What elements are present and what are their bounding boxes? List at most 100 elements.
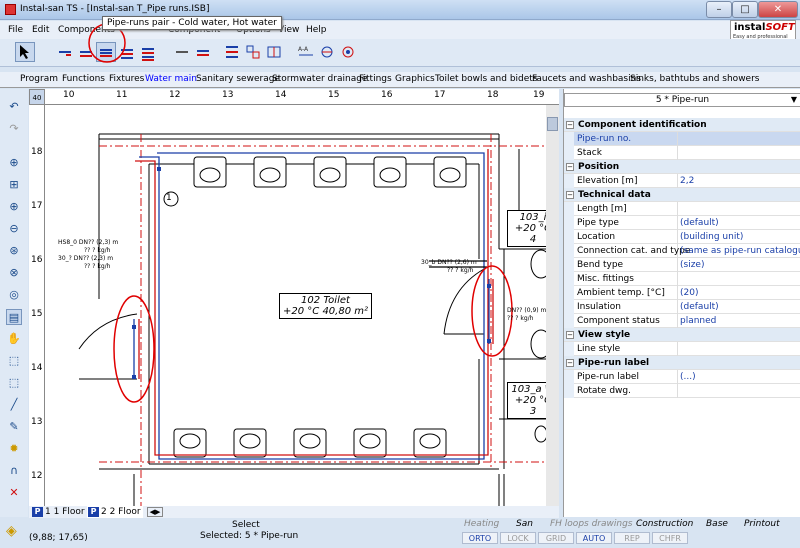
- tab-stormwater-drainage[interactable]: Stormwater drainage: [270, 74, 369, 84]
- collapse-icon[interactable]: −: [566, 359, 574, 367]
- property-row[interactable]: Elevation [m] 2,2: [564, 174, 800, 188]
- drawing-canvas[interactable]: 1 102 Toilet +20 °C 40,80 m² 103_i +20 °…: [29, 89, 559, 517]
- orto-toggle[interactable]: ORTO: [462, 532, 498, 544]
- mode-base[interactable]: Base: [706, 519, 728, 529]
- select-crossing-icon[interactable]: ⬚: [6, 375, 22, 391]
- delete-icon[interactable]: ✕: [6, 485, 22, 501]
- zoom-out-icon[interactable]: ⊖: [6, 221, 22, 237]
- magnet-icon[interactable]: ∩: [6, 463, 22, 479]
- property-value[interactable]: (same as pipe-run catalogue): [680, 246, 800, 256]
- zoom-window-icon[interactable]: ⊞: [6, 177, 22, 193]
- select-arrow-button[interactable]: [15, 42, 35, 62]
- draw-line-icon[interactable]: ╱: [6, 397, 22, 413]
- tab-program[interactable]: Program: [18, 74, 60, 84]
- zoom-previous-icon[interactable]: ⊗: [6, 265, 22, 281]
- mode-printout[interactable]: Printout: [744, 519, 780, 529]
- connect-button[interactable]: [243, 42, 263, 62]
- zoom-all-icon[interactable]: ◎: [6, 287, 22, 303]
- split-button[interactable]: [264, 42, 284, 62]
- floor-tab-2[interactable]: P2 2 Floor: [87, 506, 143, 518]
- mode-construction[interactable]: Construction: [636, 519, 693, 529]
- undo-icon[interactable]: ↶: [6, 99, 22, 115]
- tab-fittings[interactable]: Fittings: [357, 74, 394, 84]
- property-row[interactable]: Bend type (size): [564, 258, 800, 272]
- collapse-icon[interactable]: −: [566, 121, 574, 129]
- auto-toggle[interactable]: AUTO: [576, 532, 612, 544]
- explode-icon[interactable]: ✹: [6, 441, 22, 457]
- fitting-list-button[interactable]: [222, 42, 242, 62]
- pipe-runs-quad-button[interactable]: [138, 42, 158, 62]
- close-button[interactable]: ✕: [758, 1, 798, 18]
- tab-graphics[interactable]: Graphics: [393, 74, 437, 84]
- property-row[interactable]: Location (building unit): [564, 230, 800, 244]
- property-row[interactable]: Rotate dwg.: [564, 384, 800, 398]
- riser-button[interactable]: [172, 42, 192, 62]
- mirror-button[interactable]: A-A: [296, 42, 316, 62]
- floor-tab-1[interactable]: P1 1 Floor: [31, 506, 85, 518]
- property-value[interactable]: (default): [680, 302, 719, 312]
- property-row[interactable]: Pipe type (default): [564, 216, 800, 230]
- property-value[interactable]: (20): [680, 288, 698, 298]
- menu-file[interactable]: File: [8, 25, 23, 35]
- pan-hand-icon[interactable]: ✋: [6, 331, 22, 347]
- select-window-icon[interactable]: ⬚: [6, 353, 22, 369]
- rep-toggle[interactable]: REP: [614, 532, 650, 544]
- properties-selector[interactable]: 5 * Pipe-run ▼: [564, 93, 800, 107]
- collapse-icon[interactable]: −: [566, 163, 574, 171]
- property-row[interactable]: Pipe-run no.: [564, 132, 800, 146]
- tab-sinks[interactable]: Sinks, bathtubs and showers: [628, 74, 761, 84]
- collapse-icon[interactable]: −: [566, 331, 574, 339]
- zoom-in-icon[interactable]: ⊕: [6, 155, 22, 171]
- property-row[interactable]: Ambient temp. [°C] (20): [564, 286, 800, 300]
- property-row[interactable]: Stack: [564, 146, 800, 160]
- property-category[interactable]: − Position: [564, 160, 800, 174]
- properties-panel-icon[interactable]: ▤: [6, 309, 22, 325]
- property-row[interactable]: Component status planned: [564, 314, 800, 328]
- minimize-button[interactable]: –: [706, 1, 732, 18]
- property-value[interactable]: (building unit): [680, 232, 743, 242]
- property-row[interactable]: Length [m]: [564, 202, 800, 216]
- property-category[interactable]: − Technical data: [564, 188, 800, 202]
- mode-heating[interactable]: Heating: [464, 519, 499, 529]
- property-value[interactable]: (...): [680, 372, 696, 382]
- symbol-button[interactable]: [338, 42, 358, 62]
- property-category[interactable]: − Component identification: [564, 118, 800, 132]
- scroll-thumb[interactable]: [547, 117, 558, 131]
- property-value[interactable]: (size): [680, 260, 704, 270]
- room-label-102[interactable]: 102 Toilet +20 °C 40,80 m²: [279, 293, 372, 319]
- tab-sanitary-sewerage[interactable]: Sanitary sewerage: [194, 74, 282, 84]
- redo-icon[interactable]: ↷: [6, 121, 22, 137]
- riser-pair-button[interactable]: [193, 42, 213, 62]
- property-row[interactable]: Line style: [564, 342, 800, 356]
- floor-nav-icon[interactable]: ◀▶: [147, 507, 163, 517]
- menu-edit[interactable]: Edit: [32, 25, 49, 35]
- property-category[interactable]: − Pipe-run label: [564, 356, 800, 370]
- property-row[interactable]: Pipe-run label (...): [564, 370, 800, 384]
- pencil-icon[interactable]: ✎: [6, 419, 22, 435]
- grid-toggle[interactable]: GRID: [538, 532, 574, 544]
- property-row[interactable]: Insulation (default): [564, 300, 800, 314]
- vertical-scrollbar[interactable]: [546, 105, 559, 511]
- tab-functions[interactable]: Functions: [60, 74, 107, 84]
- zoom-plus-icon[interactable]: ⊕: [6, 199, 22, 215]
- property-value[interactable]: planned: [680, 316, 716, 326]
- lock-toggle[interactable]: LOCK: [500, 532, 536, 544]
- mode-san[interactable]: San: [516, 519, 533, 529]
- property-row[interactable]: Misc. fittings: [564, 272, 800, 286]
- rotate-button[interactable]: [317, 42, 337, 62]
- property-row[interactable]: Connection cat. and type (same as pipe-ru…: [564, 244, 800, 258]
- tab-water-main[interactable]: Water main: [143, 74, 199, 84]
- tab-fixtures[interactable]: Fixtures: [107, 74, 146, 84]
- pipe-run-cold-button[interactable]: [55, 42, 75, 62]
- tab-toilet-bowls[interactable]: Toilet bowls and bidets: [433, 74, 540, 84]
- collapse-icon[interactable]: −: [566, 191, 574, 199]
- property-value[interactable]: (default): [680, 218, 719, 228]
- chevron-down-icon[interactable]: ▼: [788, 94, 800, 106]
- property-category[interactable]: − View style: [564, 328, 800, 342]
- chfr-toggle[interactable]: CHFR: [652, 532, 688, 544]
- property-value[interactable]: 2,2: [680, 176, 694, 186]
- mode-fh-loops[interactable]: FH loops drawings: [550, 519, 632, 529]
- zoom-extents-icon[interactable]: ⊛: [6, 243, 22, 259]
- menu-help[interactable]: Help: [306, 25, 327, 35]
- tab-faucets[interactable]: Faucets and washbasins: [530, 74, 643, 84]
